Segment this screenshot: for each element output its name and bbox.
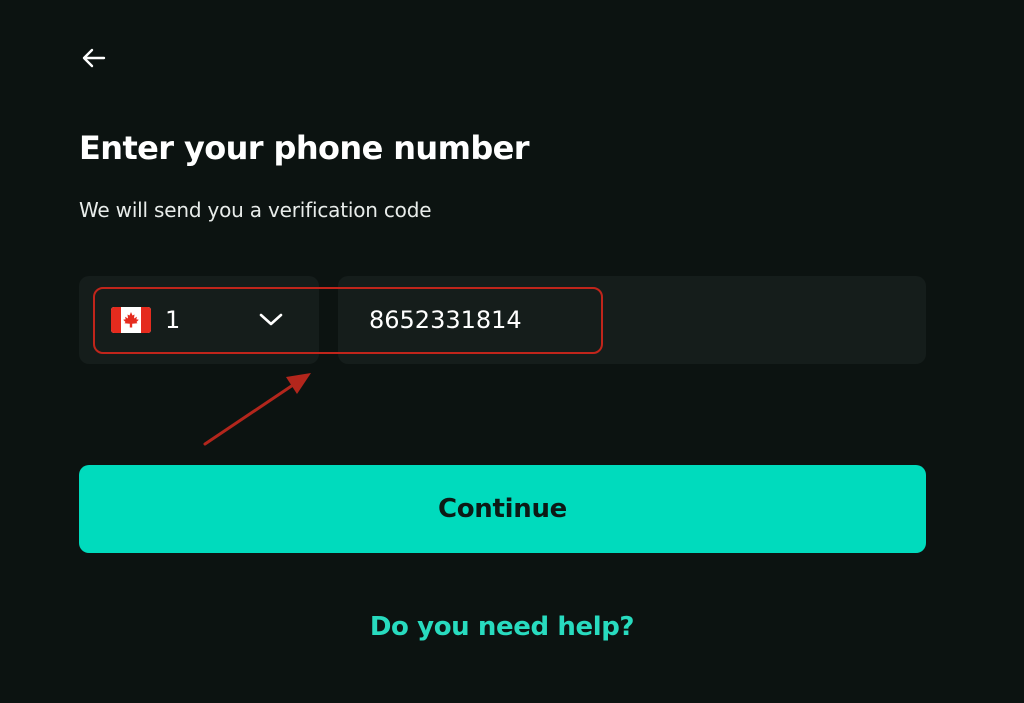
annotation-arrow [195,360,325,455]
help-link[interactable]: Do you need help? [0,609,1004,645]
canada-flag-icon [111,307,151,333]
dial-code: 1 [165,306,181,334]
page-subtitle: We will send you a verification code [79,198,432,222]
back-button[interactable] [78,42,110,74]
chevron-down-icon [257,310,285,330]
continue-button[interactable]: Continue [79,465,926,553]
country-code-select[interactable]: 1 [79,276,319,364]
phone-number-input[interactable] [338,276,926,364]
page-title: Enter your phone number [79,129,530,167]
arrow-left-icon [78,42,110,74]
